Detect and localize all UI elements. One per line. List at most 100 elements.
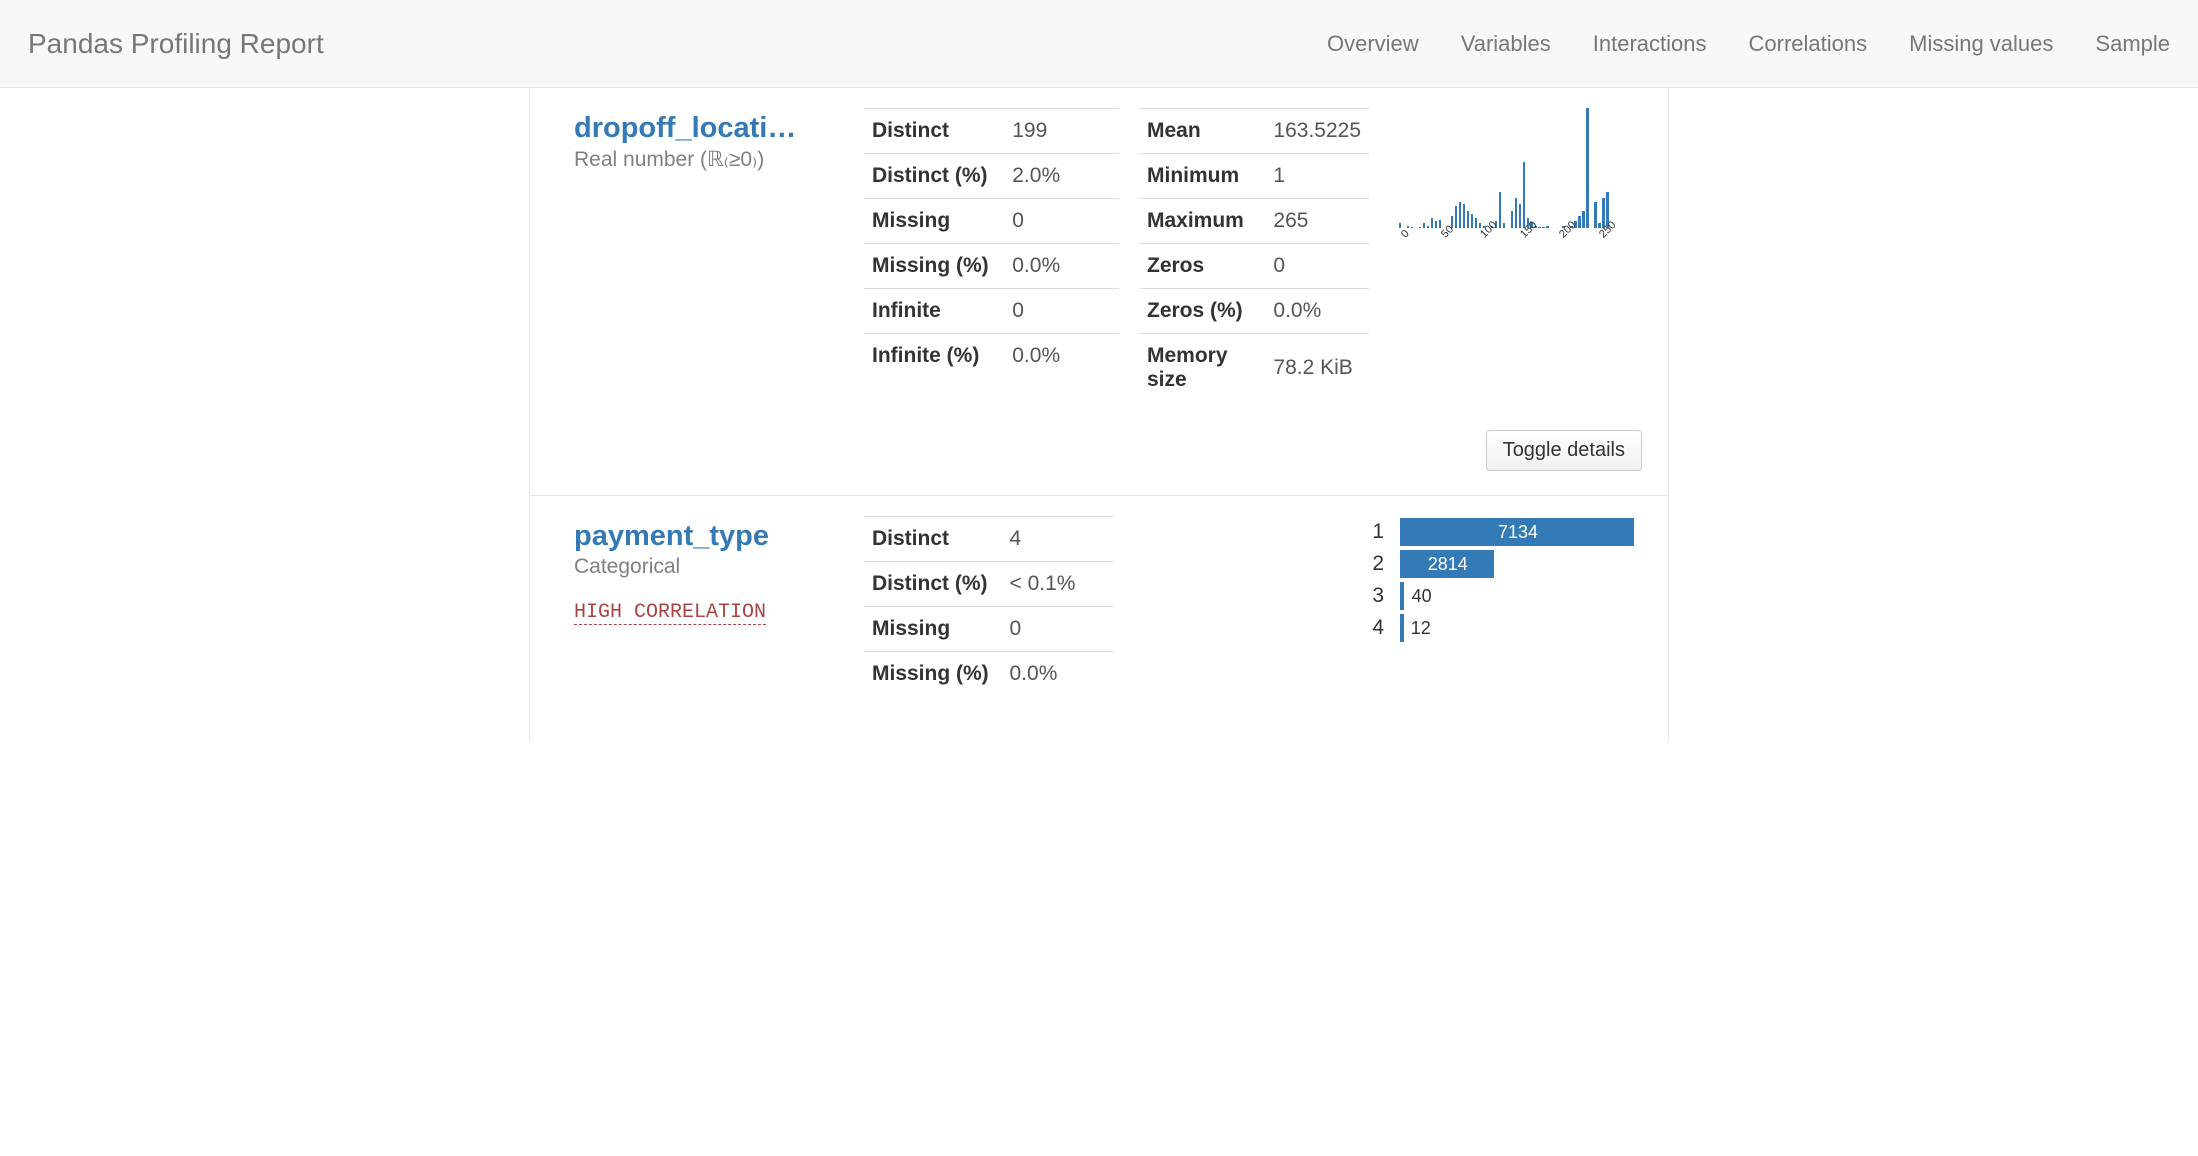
freq-count: 2814 [1428,554,1468,575]
stat-value: 265 [1265,199,1369,244]
stat-label: Mean [1139,109,1265,154]
variable-dropoff-location: dropoff_locati… Real number (ℝ₍≥0₎) Dist… [530,88,1668,496]
hist-bar [1578,216,1580,228]
variable-name[interactable]: dropoff_locati… [574,112,844,145]
stat-value: 1 [1265,154,1369,199]
stat-row: Distinct (%)< 0.1% [864,562,1114,607]
stat-label: Infinite (%) [864,334,1004,379]
freq-count: 40 [1412,586,1432,607]
hist-bar [1586,108,1588,228]
stat-value: 4 [1002,517,1115,562]
stat-value: 2.0% [1004,154,1119,199]
stat-row: Infinite0 [864,289,1119,334]
freq-count: 7134 [1498,522,1538,543]
hist-bar [1594,202,1596,228]
hist-bar [1439,220,1441,228]
axis-tick: 0 [1399,228,1412,241]
variable-type: Real number (ℝ₍≥0₎) [574,147,844,172]
freq-bar: 12 [1402,614,1404,642]
stat-label: Zeros (%) [1139,289,1265,334]
hist-bar [1423,223,1425,228]
stat-label: Distinct [864,517,1002,562]
hist-bar [1499,192,1501,228]
stat-label: Missing [864,199,1004,244]
navbar-brand: Pandas Profiling Report [28,28,324,60]
hist-bar [1407,226,1409,228]
stat-row: Missing0 [864,607,1114,652]
nav-missing-values[interactable]: Missing values [1909,31,2053,57]
variable-payment-type: payment_type Categorical HIGH CORRELATIO… [530,496,1668,741]
stat-row: Zeros0 [1139,244,1369,289]
freq-row: 22814 [1364,548,1642,580]
hist-bar [1511,211,1513,228]
freq-category: 3 [1364,580,1392,612]
freq-count: 12 [1411,618,1431,639]
hist-bar [1463,204,1465,228]
freq-category: 1 [1364,516,1392,548]
hist-bar [1519,204,1521,228]
stat-row: Memory size78.2 KiB [1139,334,1369,403]
navbar-nav: Overview Variables Interactions Correlat… [1327,31,2170,57]
stat-value: 0 [1002,607,1115,652]
frequency-table: 1 7134 228143 40 4 12 [1364,516,1642,644]
hist-bar [1459,202,1461,228]
stat-row: Infinite (%)0.0% [864,334,1119,379]
stat-label: Distinct [864,109,1004,154]
stat-value: 0.0% [1002,652,1115,697]
hist-bar [1523,162,1525,228]
freq-bar: 7134 [1402,518,1634,546]
hist-bar [1455,206,1457,228]
hist-bar [1515,198,1517,228]
stat-value: 163.5225 [1265,109,1369,154]
toggle-details-button[interactable]: Toggle details [1486,430,1642,471]
stat-label: Distinct (%) [864,562,1002,607]
nav-variables[interactable]: Variables [1461,31,1551,57]
hist-bar [1411,227,1413,228]
freq-bar: 40 [1402,582,1404,610]
warning-badge: HIGH CORRELATION [574,601,766,625]
stat-label: Missing (%) [864,244,1004,289]
stat-row: Missing0 [864,199,1119,244]
stat-row: Missing (%)0.0% [864,244,1119,289]
content: dropoff_locati… Real number (ℝ₍≥0₎) Dist… [529,88,1669,741]
stats-table-b: Mean163.5225Minimum1Maximum265Zeros0Zero… [1139,108,1369,402]
stat-row: Distinct4 [864,517,1114,562]
stat-value: 0 [1004,289,1119,334]
stat-label: Infinite [864,289,1004,334]
freq-category: 4 [1364,612,1392,644]
hist-bar [1503,223,1505,228]
hist-bar [1542,227,1544,228]
hist-bar [1427,226,1429,228]
hist-bar [1582,211,1584,228]
stat-row: Maximum265 [1139,199,1369,244]
stat-value: < 0.1% [1002,562,1115,607]
navbar: Pandas Profiling Report Overview Variabl… [0,0,2198,88]
stat-value: 0.0% [1004,244,1119,289]
nav-interactions[interactable]: Interactions [1593,31,1707,57]
freq-bar: 2814 [1402,550,1494,578]
stat-label: Distinct (%) [864,154,1004,199]
freq-row: 4 12 [1364,612,1642,644]
stat-row: Missing (%)0.0% [864,652,1114,697]
hist-bar [1431,218,1433,228]
stat-label: Missing [864,607,1002,652]
stat-row: Distinct (%)2.0% [864,154,1119,199]
nav-overview[interactable]: Overview [1327,31,1419,57]
stat-label: Zeros [1139,244,1265,289]
hist-bar [1471,214,1473,228]
nav-correlations[interactable]: Correlations [1749,31,1868,57]
nav-sample[interactable]: Sample [2095,31,2170,57]
stat-label: Missing (%) [864,652,1002,697]
hist-bar [1399,223,1401,228]
stat-value: 199 [1004,109,1119,154]
stats-table: Distinct4Distinct (%)< 0.1%Missing0Missi… [864,516,1114,696]
stat-value: 78.2 KiB [1265,334,1369,403]
stat-label: Minimum [1139,154,1265,199]
hist-bar [1435,221,1437,228]
stat-value: 0 [1265,244,1369,289]
stat-label: Maximum [1139,199,1265,244]
variable-name[interactable]: payment_type [574,520,844,553]
stat-value: 0.0% [1265,289,1369,334]
stats-table-a: Distinct199Distinct (%)2.0%Missing0Missi… [864,108,1119,378]
hist-bar [1467,211,1469,228]
